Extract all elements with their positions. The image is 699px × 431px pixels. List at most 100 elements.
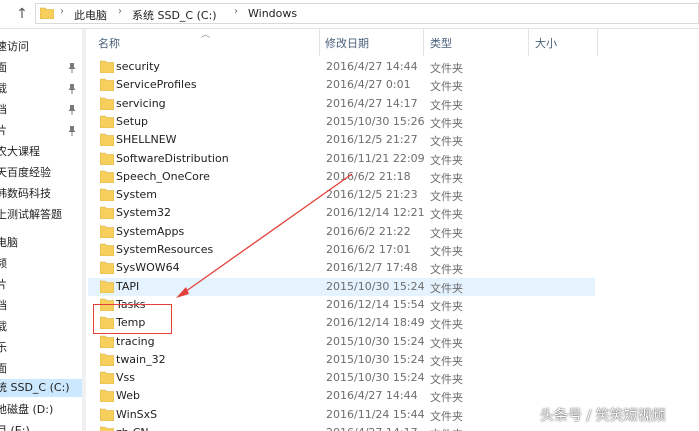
breadcrumb-this-pc[interactable]: 此电脑 <box>74 7 107 23</box>
pin-icon[interactable] <box>68 126 76 136</box>
file-date: 2016/4/27 14:17 <box>326 426 418 431</box>
file-type: 文件夹 <box>430 190 463 204</box>
file-type: 文件夹 <box>430 373 463 387</box>
file-name: SystemApps <box>116 224 185 238</box>
folder-icon <box>100 243 114 256</box>
list-item[interactable]: System 2016/12/5 21:23 文件夹 <box>88 186 595 204</box>
column-size[interactable]: 大小 <box>535 35 557 51</box>
list-item[interactable]: TAPI 2015/10/30 15:24 文件夹 <box>88 277 595 296</box>
nav-item[interactable]: 档 <box>0 101 7 119</box>
nav-item[interactable]: 载 <box>0 80 7 98</box>
nav-item[interactable]: 地磁盘 (D:) <box>0 401 53 419</box>
list-item[interactable]: ServiceProfiles 2016/4/27 0:01 文件夹 <box>88 76 595 94</box>
file-date: 2015/10/30 15:24 <box>326 279 425 293</box>
column-divider[interactable] <box>597 29 598 56</box>
breadcrumb-separator[interactable]: › <box>60 6 64 17</box>
list-item[interactable]: Speech_OneCore 2016/6/2 21:18 文件夹 <box>88 168 595 186</box>
nav-item[interactable]: 统 SSD_C (C:) <box>0 379 82 397</box>
column-divider[interactable] <box>423 29 424 56</box>
nav-item[interactable]: 片 <box>0 276 7 294</box>
folder-icon <box>100 97 114 110</box>
file-type: 文件夹 <box>430 318 463 332</box>
file-date: 2016/4/27 0:01 <box>326 78 411 92</box>
nav-item-label: 载 <box>0 82 7 95</box>
column-divider[interactable] <box>319 29 320 56</box>
nav-item[interactable]: 乐 <box>0 339 7 357</box>
pin-icon[interactable] <box>68 63 76 73</box>
list-item[interactable]: security 2016/4/27 14:44 文件夹 <box>88 58 595 76</box>
list-item[interactable]: Setup 2015/10/30 15:26 文件夹 <box>88 113 595 131</box>
nav-item-label: 地磁盘 (D:) <box>0 403 54 416</box>
nav-item-label: 档 <box>0 103 7 116</box>
breadcrumb-separator[interactable]: › <box>118 6 122 17</box>
nav-pane-scrollbar[interactable] <box>82 29 86 431</box>
nav-item[interactable]: 片 <box>0 122 7 140</box>
pin-icon[interactable] <box>68 105 76 115</box>
list-item[interactable]: Web 2016/4/27 14:44 文件夹 <box>88 387 595 405</box>
sort-ascending-icon: ︿ <box>201 30 211 40</box>
column-type[interactable]: 类型 <box>430 35 452 51</box>
list-item[interactable]: tracing 2015/10/30 15:24 文件夹 <box>88 333 595 351</box>
file-name: SysWOW64 <box>116 261 180 275</box>
file-name: SHELLNEW <box>116 133 177 147</box>
file-date: 2016/12/14 12:21 <box>326 206 425 220</box>
list-item[interactable]: SysWOW64 2016/12/7 17:48 文件夹 <box>88 259 595 277</box>
list-item[interactable]: Vss 2015/10/30 15:24 文件夹 <box>88 369 595 387</box>
nav-item-label: 载 <box>0 320 7 333</box>
file-name: System <box>116 188 158 202</box>
nav-item[interactable]: 天百度经验 <box>0 164 51 182</box>
nav-item-label: 统 SSD_C (C:) <box>0 381 70 394</box>
nav-item[interactable]: 面 <box>0 59 7 77</box>
nav-item-label: 面 <box>0 362 7 375</box>
file-date: 2016/4/27 14:17 <box>326 96 418 110</box>
file-type: 文件夹 <box>430 208 463 222</box>
file-type: 文件夹 <box>430 62 463 75</box>
file-name: twain_32 <box>116 352 166 366</box>
arrow-up-icon[interactable]: ↑ <box>14 6 30 22</box>
file-date: 2015/10/30 15:24 <box>326 371 425 385</box>
breadcrumb-drive-c[interactable]: 系统 SSD_C (C:) <box>132 7 217 23</box>
file-type: 文件夹 <box>430 263 463 277</box>
watermark: 头条号 / 笑笑短视频 <box>540 408 666 424</box>
folder-icon <box>100 152 114 165</box>
pin-icon[interactable] <box>68 84 76 94</box>
nav-item-label: 乐 <box>0 341 7 354</box>
file-name: ServiceProfiles <box>116 78 197 92</box>
nav-item[interactable]: 韩数码科技 <box>0 185 51 203</box>
nav-item-label: 片 <box>0 124 7 137</box>
list-item[interactable]: WinSxS 2016/11/24 15:44 文件夹 <box>88 406 595 424</box>
list-item[interactable]: SHELLNEW 2016/12/5 21:27 文件夹 <box>88 131 595 149</box>
nav-item[interactable]: 上测试解答题 <box>0 206 62 224</box>
column-name[interactable]: 名称 <box>98 35 120 51</box>
folder-icon <box>100 426 114 431</box>
list-item[interactable]: SystemApps 2016/6/2 21:22 文件夹 <box>88 223 595 241</box>
nav-item[interactable]: 频 <box>0 255 7 273</box>
nav-item[interactable]: 电脑 <box>0 234 18 252</box>
breadcrumb-windows[interactable]: Windows <box>248 7 297 20</box>
nav-item[interactable]: 目 (E:) <box>0 422 30 431</box>
file-type: 文件夹 <box>430 354 463 368</box>
nav-item-label: 频 <box>0 257 7 270</box>
address-box[interactable]: › 此电脑 › 系统 SSD_C (C:) › Windows <box>35 3 699 24</box>
nav-item[interactable]: 速访问 <box>0 38 29 56</box>
list-item[interactable]: servicing 2016/4/27 14:17 文件夹 <box>88 95 595 113</box>
nav-item[interactable]: 载 <box>0 318 7 336</box>
nav-item-label: 上测试解答题 <box>0 208 62 221</box>
nav-item-label: 韩数码科技 <box>0 187 51 200</box>
nav-item[interactable]: 面 <box>0 360 7 378</box>
column-date[interactable]: 修改日期 <box>325 35 369 51</box>
column-divider[interactable] <box>528 29 529 56</box>
list-item[interactable]: SoftwareDistribution 2016/11/21 22:09 文件夹 <box>88 150 595 168</box>
file-date: 2016/12/14 15:54 <box>326 297 425 311</box>
nav-item-label: 片 <box>0 278 7 291</box>
nav-item[interactable]: 档 <box>0 297 7 315</box>
list-item[interactable]: twain_32 2015/10/30 15:24 文件夹 <box>88 351 595 369</box>
nav-item-label: 农大课程 <box>0 145 40 158</box>
file-date: 2016/4/27 14:44 <box>326 60 418 73</box>
nav-item[interactable]: 农大课程 <box>0 143 40 161</box>
breadcrumb-separator[interactable]: › <box>234 6 238 17</box>
file-date: 2016/6/2 21:18 <box>326 169 411 183</box>
list-item[interactable]: System32 2016/12/14 12:21 文件夹 <box>88 204 595 222</box>
list-item[interactable]: SystemResources 2016/6/2 17:01 文件夹 <box>88 241 595 259</box>
list-item[interactable]: zh-CN 2016/4/27 14:17 文件夹 <box>88 424 595 431</box>
